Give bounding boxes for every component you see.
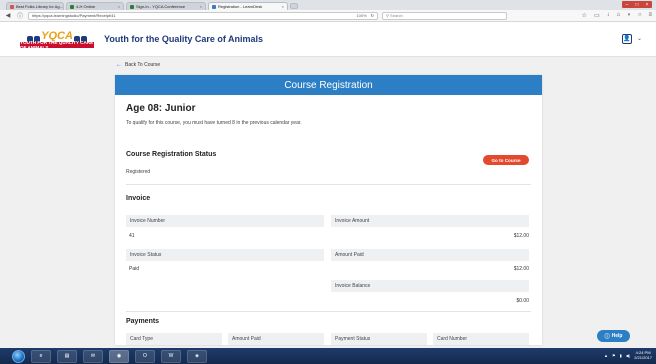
taskbar-word-icon[interactable]: W	[161, 349, 181, 363]
pocket-icon[interactable]: ◗	[627, 12, 631, 19]
level-description: To qualify for this course, you must hav…	[126, 120, 302, 126]
tab-label: Sign-In - YQCA Conference	[136, 4, 186, 9]
favicon-icon	[70, 4, 74, 9]
clock[interactable]: 4:24 PM 2/21/2017	[634, 350, 652, 360]
reading-list-icon[interactable]: ▭	[594, 12, 600, 19]
network-icon[interactable]: ▮	[620, 353, 622, 358]
back-link-label: Back To Course	[125, 62, 161, 68]
tray-arrow-icon[interactable]: ▲	[604, 353, 608, 358]
os-taskbar: e ▤ ✉ ◉ O W ◈ ▲ ⚑ ▮ ◀) 4:24 PM 2/21/2017	[0, 348, 656, 364]
favicon-icon	[10, 4, 14, 9]
favicon-icon	[212, 4, 216, 9]
level-title: Age 08: Junior	[126, 103, 196, 114]
go-to-course-button[interactable]: Go to Course	[483, 155, 529, 165]
site-title: Youth for the Quality Care of Animals	[104, 34, 264, 44]
close-window-icon[interactable]: ×	[646, 2, 649, 8]
site-header: YQCA YOUTH FOR THE QUALITY CARE OF ANIMA…	[0, 22, 656, 57]
url-text: https://yqca.learningstudio/Payment/Rece…	[32, 13, 116, 18]
tab-label: 4-H Online	[76, 4, 96, 9]
yqca-logo[interactable]: YQCA YOUTH FOR THE QUALITY CARE OF ANIMA…	[20, 31, 94, 50]
back-arrow-icon[interactable]: ◀	[4, 12, 12, 19]
divider	[126, 311, 531, 312]
browser-toolbar: ☆ ▭ ↓ ⌂ ◗ ○ ≡	[582, 12, 652, 19]
help-button[interactable]: ⓘ Help	[597, 330, 630, 342]
favicon-icon	[130, 4, 134, 9]
reload-icon[interactable]: ↻	[371, 13, 374, 18]
user-menu-button[interactable]: 👤	[622, 34, 632, 44]
close-tab-icon[interactable]: ×	[200, 4, 202, 9]
clock-date: 2/21/2017	[634, 355, 652, 360]
invoice-balance-value: $0.00	[516, 298, 529, 304]
taskbar-firefox-icon[interactable]: ◉	[109, 349, 129, 363]
invoice-number-value: 41	[129, 233, 135, 239]
system-tray: ▲ ⚑ ▮ ◀) 4:24 PM 2/21/2017	[604, 350, 652, 360]
browser-tab-3[interactable]: Sign-In - YQCA Conference ×	[126, 2, 206, 10]
new-tab-button[interactable]	[290, 3, 298, 9]
invoice-amount-label: Invoice Amount	[331, 215, 529, 227]
user-icon: 👤	[623, 36, 631, 42]
back-to-course-link[interactable]: ← Back To Course	[116, 62, 160, 68]
search-input[interactable]: ⚲ Search	[382, 11, 507, 20]
divider	[126, 184, 531, 185]
taskbar-explorer-icon[interactable]: ▤	[57, 349, 77, 363]
download-icon[interactable]: ↓	[607, 12, 610, 19]
arrow-left-icon: ←	[116, 62, 122, 68]
invoice-status-value: Paid	[129, 266, 140, 272]
close-tab-icon[interactable]: ×	[118, 4, 120, 9]
amount-paid-value: $12.00	[513, 266, 529, 272]
extension-icon[interactable]: ○	[638, 12, 642, 19]
help-button-label: Help	[611, 333, 623, 339]
zoom-level[interactable]: 100%	[356, 13, 366, 18]
logo-tagline: YOUTH FOR THE QUALITY CARE OF ANIMALS	[20, 40, 94, 50]
close-tab-icon[interactable]: ×	[282, 4, 284, 9]
course-registration-card: Course Registration Age 08: Junior To qu…	[115, 75, 542, 345]
browser-tab-1[interactable]: Best Folks Library for Ag... ×	[6, 2, 64, 10]
payments-column-header: Amount Paid	[228, 333, 324, 345]
browser-tab-bar: Best Folks Library for Ag... × 4-H Onlin…	[0, 0, 656, 10]
volume-icon[interactable]: ◀)	[626, 353, 630, 358]
amount-paid-label: Amount Paid	[331, 249, 529, 261]
taskbar-outlook-icon[interactable]: O	[135, 349, 155, 363]
chevron-down-icon[interactable]: ⌄	[637, 35, 642, 42]
invoice-number-label: Invoice Number	[126, 215, 324, 227]
search-placeholder: Search	[390, 13, 403, 18]
tab-label: Registration - LearnDesk	[218, 4, 263, 9]
home-icon[interactable]: ⌂	[617, 12, 621, 19]
minimize-icon[interactable]: –	[626, 2, 629, 8]
registration-status-title: Course Registration Status	[126, 151, 217, 158]
payments-column-header: Card Number	[433, 333, 529, 345]
browser-tab-2[interactable]: 4-H Online ×	[66, 2, 124, 10]
start-button[interactable]	[12, 349, 25, 363]
registration-status-value: Registered	[126, 169, 151, 175]
tab-label: Best Folks Library for Ag...	[16, 4, 63, 9]
payments-title: Payments	[126, 318, 160, 325]
invoice-status-label: Invoice Status	[126, 249, 324, 261]
bookmark-star-icon[interactable]: ☆	[582, 12, 587, 19]
taskbar-mail-icon[interactable]: ✉	[83, 349, 103, 363]
address-bar[interactable]: https://yqca.learningstudio/Payment/Rece…	[28, 11, 378, 20]
taskbar-ie-icon[interactable]: e	[31, 349, 51, 363]
card-header: Course Registration	[115, 75, 542, 95]
payments-column-header: Payment Status	[331, 333, 427, 345]
browser-nav-bar: ◀ ⓘ https://yqca.learningstudio/Payment/…	[0, 10, 656, 22]
invoice-amount-value: $12.00	[513, 233, 529, 239]
flag-icon[interactable]: ⚑	[612, 353, 616, 358]
maximize-icon[interactable]: □	[635, 2, 638, 8]
taskbar-app-icon[interactable]: ◈	[187, 349, 207, 363]
help-icon: ⓘ	[604, 333, 610, 340]
window-controls: – □ ×	[622, 1, 652, 8]
invoice-title: Invoice	[126, 195, 151, 202]
menu-icon[interactable]: ≡	[648, 12, 652, 19]
invoice-balance-label: Invoice Balance	[331, 280, 529, 292]
payments-column-header: Card Type	[126, 333, 222, 345]
browser-tab-4[interactable]: Registration - LearnDesk ×	[208, 2, 288, 10]
site-info-icon[interactable]: ⓘ	[16, 11, 24, 20]
